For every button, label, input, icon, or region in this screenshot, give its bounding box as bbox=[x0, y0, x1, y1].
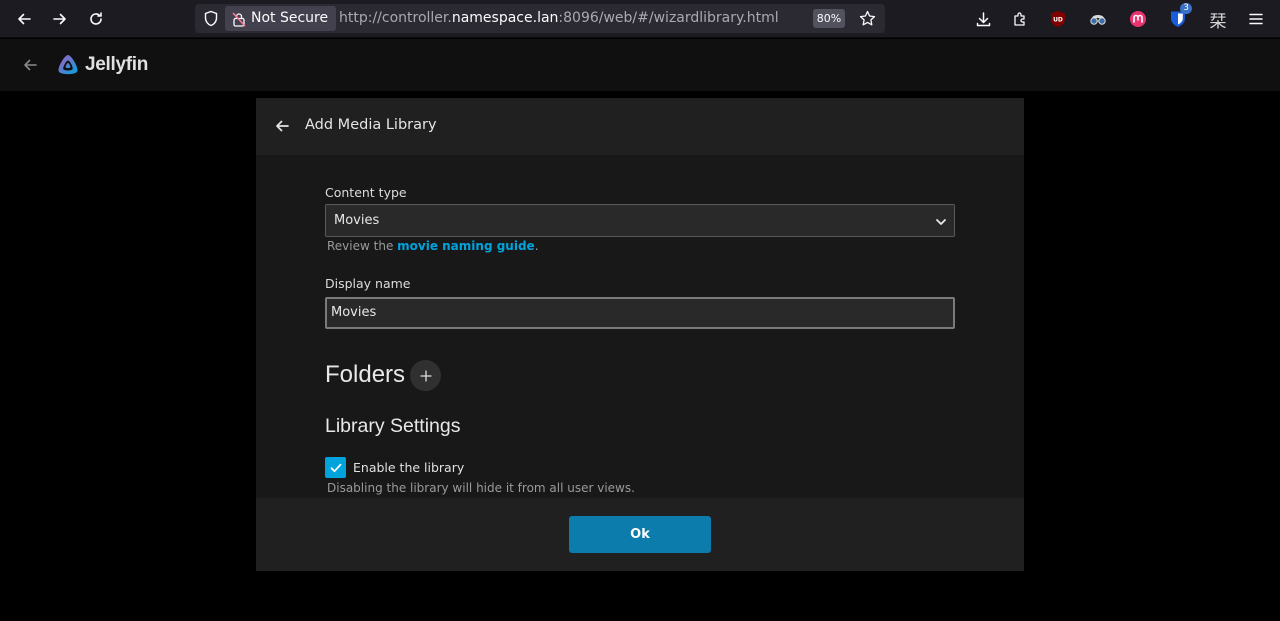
mastodon-extension-icon[interactable] bbox=[1126, 7, 1150, 31]
extensions-puzzle-icon[interactable] bbox=[1008, 7, 1032, 31]
app-header: Jellyfin bbox=[0, 39, 1280, 91]
bookmark-star-icon[interactable] bbox=[859, 10, 876, 31]
plus-icon bbox=[419, 369, 432, 382]
logo-text: Jellyfin bbox=[85, 54, 149, 75]
dialog-body: Content type Movies Review the movie nam… bbox=[256, 155, 1024, 498]
help-suffix: . bbox=[534, 239, 539, 253]
content-type-help: Review the movie naming guide. bbox=[327, 239, 539, 253]
ublock-origin-icon[interactable]: UD bbox=[1046, 7, 1070, 31]
header-back-icon[interactable] bbox=[18, 53, 42, 77]
zoom-level-badge[interactable]: 80% bbox=[813, 9, 845, 28]
insecure-lock-icon bbox=[232, 11, 246, 36]
hamburger-menu-icon[interactable] bbox=[1244, 7, 1268, 31]
url-suffix: :8096/web/#/wizardlibrary.html bbox=[558, 10, 779, 26]
bitwarden-extension-icon[interactable]: 3 bbox=[1166, 3, 1192, 31]
jellyfin-logo[interactable]: Jellyfin bbox=[55, 52, 148, 78]
site-security-indicator[interactable]: Not Secure bbox=[225, 6, 337, 31]
display-name-label: Display name bbox=[325, 276, 411, 291]
sidebery-extension-icon[interactable]: 栞 bbox=[1206, 7, 1230, 32]
content-type-value: Movies bbox=[334, 213, 380, 228]
url-prefix: http://controller. bbox=[339, 10, 452, 26]
browser-toolbar: Not Secure http://controller.namespace.l… bbox=[0, 0, 1280, 38]
extension-badge-count: 3 bbox=[1180, 3, 1192, 14]
movie-naming-guide-link[interactable]: movie naming guide bbox=[397, 239, 535, 253]
add-folder-button[interactable] bbox=[410, 360, 441, 391]
library-settings-heading: Library Settings bbox=[325, 415, 461, 437]
display-name-input[interactable]: Movies bbox=[325, 297, 955, 329]
url-host: namespace.lan bbox=[451, 10, 559, 26]
folders-heading: Folders bbox=[325, 361, 406, 388]
dialog-title: Add Media Library bbox=[305, 117, 437, 133]
dialog-footer: Ok bbox=[256, 498, 1024, 571]
enable-library-checkbox[interactable] bbox=[325, 457, 346, 478]
enable-library-help: Disabling the library will hide it from … bbox=[327, 481, 635, 495]
add-media-library-dialog: Add Media Library Content type Movies Re… bbox=[256, 98, 1024, 571]
dialog-back-icon[interactable] bbox=[270, 114, 294, 138]
content-type-label: Content type bbox=[325, 185, 407, 200]
browser-forward-icon[interactable] bbox=[48, 7, 72, 31]
security-label: Not Secure bbox=[251, 10, 329, 26]
reload-icon[interactable] bbox=[84, 7, 108, 31]
ok-button[interactable]: Ok bbox=[569, 516, 711, 553]
chevron-down-icon bbox=[934, 214, 948, 233]
url-text[interactable]: http://controller.namespace.lan:8096/web… bbox=[339, 10, 779, 26]
ublock-text: UD bbox=[1053, 17, 1063, 24]
url-bar[interactable]: Not Secure http://controller.namespace.l… bbox=[195, 4, 885, 33]
help-prefix: Review the bbox=[327, 239, 398, 253]
enable-library-label: Enable the library bbox=[353, 460, 465, 475]
tracking-shield-icon[interactable] bbox=[203, 10, 219, 31]
spy-glasses-extension-icon[interactable] bbox=[1086, 7, 1110, 31]
browser-back-icon[interactable] bbox=[12, 7, 36, 31]
jellyfin-logo-icon bbox=[58, 55, 78, 75]
dialog-header: Add Media Library bbox=[256, 98, 1024, 155]
checkmark-icon bbox=[330, 463, 341, 472]
downloads-icon[interactable] bbox=[971, 7, 995, 31]
content-type-select[interactable]: Movies bbox=[325, 204, 955, 237]
